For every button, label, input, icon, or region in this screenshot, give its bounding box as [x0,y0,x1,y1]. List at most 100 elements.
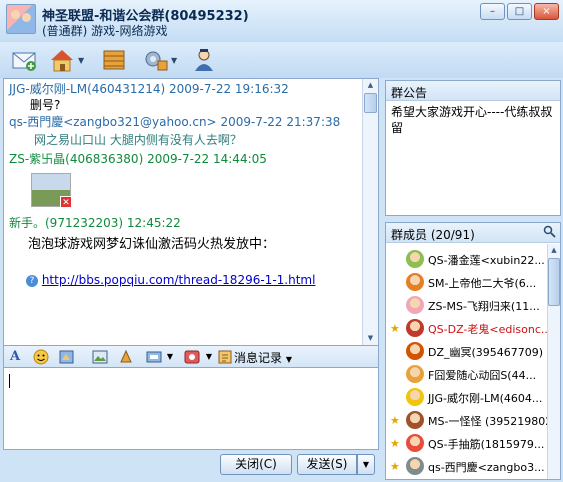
member-avatar[interactable] [406,296,424,314]
close-window-button[interactable]: × [534,3,559,20]
settings-icon[interactable] [142,47,170,73]
scrollbar-thumb[interactable] [364,93,377,113]
title-bar: 神圣联盟-和谐公会群(80495232) (普通群) 游戏-网络游戏 – □ × [0,0,563,42]
group-subtitle: (普通群) 游戏-网络游戏 [42,24,168,38]
admin-star-icon: ★ [390,460,400,473]
message-body: 泡泡球游戏网梦幻诛仙激活码火热发放中： [28,237,276,252]
link-icon: ? [26,274,38,287]
members-header: 群成员 (20/91) [386,223,560,243]
chevron-down-icon[interactable]: ▼ [162,349,178,365]
member-item[interactable]: ZS-MS-飞翔归来(11... [386,294,548,316]
close-button[interactable]: 关闭(C) [220,454,292,475]
member-avatar[interactable] [406,273,424,291]
scroll-down-icon[interactable]: ▼ [363,332,378,345]
admin-star-icon: ★ [390,437,400,450]
message-time: 2009-7-22 14:44:05 [147,152,267,166]
music-icon[interactable] [184,349,200,365]
chevron-down-icon[interactable]: ▼ [171,56,177,65]
minimize-button[interactable]: – [480,3,505,20]
notice-title: 群公告 [386,81,560,101]
home-icon[interactable] [48,47,76,73]
members-scrollbar[interactable]: ▲ [547,244,560,479]
member-item[interactable]: JJG-威尔刚-LM(4604... [386,386,548,408]
message-body: 网之易山口山 大腿内侧有没有人去啊？ [34,133,242,147]
members-title: 群成员 (20/91) [391,228,475,242]
image-icon[interactable] [146,349,162,365]
window-controls: – □ × [480,3,559,20]
member-avatar[interactable] [406,434,424,452]
member-name: QS-潘金莲<xubin22... [428,254,545,267]
admin-star-icon: ★ [390,414,400,427]
member-avatar[interactable] [406,365,424,383]
notice-text: 希望大家游戏开心----代练叔叔留 [391,105,553,135]
message-header: JJG-威尔刚-LM(460431214) 2009-7-22 19:16:32 [9,80,289,97]
bottom-bar: 关闭(C) 发送(S) ▼ [0,450,380,482]
member-name: DZ_幽冥(395467709) [428,346,544,359]
member-avatar[interactable] [406,250,424,268]
history-icon[interactable] [217,349,233,365]
message-time: 2009-7-22 21:37:38 [220,115,341,129]
message-history-button[interactable]: 消息记录 ▼ [234,349,292,366]
member-name: F囧爱随心动囧S(44... [428,369,537,382]
group-avatar[interactable] [6,4,36,34]
member-name: JJG-威尔刚-LM(4604... [428,392,543,405]
screenshot-icon[interactable] [92,349,108,365]
member-item[interactable]: ★ QS-DZ-老鬼<edisonc... [386,317,548,339]
scroll-up-icon[interactable]: ▲ [363,79,378,92]
member-item[interactable]: QS-潘金莲<xubin22... [386,248,548,270]
message-input[interactable] [3,368,379,450]
user-profile-icon[interactable] [190,47,218,73]
member-item[interactable]: SM-上帝他二大爷(6... [386,271,548,293]
search-icon[interactable] [543,225,556,241]
member-avatar[interactable] [406,411,424,429]
member-avatar[interactable] [406,319,424,337]
member-item[interactable]: ★ qs-西門慶<zangbo3... [386,455,548,477]
member-name: qs-西門慶<zangbo3... [428,461,545,474]
maximize-button[interactable]: □ [507,3,532,20]
send-file-icon[interactable] [118,349,134,365]
member-name: SM-上帝他二大爷(6... [428,277,537,290]
message-header: qs-西門慶<zangbo321@yahoo.cn> 2009-7-22 21:… [9,113,340,130]
file-share-icon[interactable] [100,47,128,73]
message-sender[interactable]: 新手。(971232203) [9,216,123,230]
mail-icon[interactable] [10,47,38,73]
scrollbar-thumb[interactable] [548,258,560,306]
member-name: QS-手抽筋(1815979... [428,438,545,451]
member-avatar[interactable] [406,342,424,360]
message-link[interactable]: http://bbs.popqiu.com/thread-18296-1-1.h… [42,273,316,287]
scroll-up-icon[interactable]: ▲ [548,244,560,257]
member-avatar[interactable] [406,457,424,475]
toolbar: ▼ ▼ [0,42,563,78]
chevron-down-icon[interactable]: ▼ [78,56,84,65]
member-name: MS-一怪怪 (395219802) [428,415,548,428]
message-sender[interactable]: qs-西門慶<zangbo321@yahoo.cn> [9,115,217,129]
text-caret [9,374,10,388]
chevron-down-icon: ▼ [285,355,292,364]
chat-history[interactable]: JJG-威尔刚-LM(460431214) 2009-7-22 19:16:32… [3,78,379,346]
message-history-label: 消息记录 [234,351,283,365]
shared-image[interactable]: ✕ [31,173,72,208]
emoticon-icon[interactable] [33,349,49,365]
message-sender[interactable]: ZS-紫卐晶(406836380) [9,152,143,166]
chevron-down-icon[interactable]: ▼ [201,349,217,365]
admin-star-icon: ★ [390,322,400,335]
message-time: 2009-7-22 19:16:32 [168,82,289,96]
message-time: 12:45:22 [126,216,181,230]
message-body: 删号? [30,98,61,112]
message-sender[interactable]: JJG-威尔刚-LM(460431214) [9,82,165,96]
font-icon[interactable]: A [7,349,23,365]
broken-image-icon: ✕ [60,196,72,208]
group-members-panel: 群成员 (20/91) QS-潘金莲<xubin22... SM-上帝他二大爷(6… [385,222,561,480]
message-link-row: ? http://bbs.popqiu.com/thread-18296-1-1… [26,273,315,287]
chat-scrollbar[interactable]: ▲ ▼ [362,79,378,345]
send-options-button[interactable]: ▼ [357,454,375,475]
member-item[interactable]: ★ QS-手抽筋(1815979... [386,432,548,454]
send-button[interactable]: 发送(S) [297,454,357,475]
member-item[interactable]: F囧爱随心动囧S(44... [386,363,548,385]
message-header: ZS-紫卐晶(406836380) 2009-7-22 14:44:05 [9,150,267,167]
format-toolbar: A ▼ ▼ 消息记录 ▼ [3,346,379,368]
member-avatar[interactable] [406,388,424,406]
member-item[interactable]: DZ_幽冥(395467709) [386,340,548,362]
magic-emoticon-icon[interactable] [59,349,75,365]
member-item[interactable]: ★ MS-一怪怪 (395219802) [386,409,548,431]
